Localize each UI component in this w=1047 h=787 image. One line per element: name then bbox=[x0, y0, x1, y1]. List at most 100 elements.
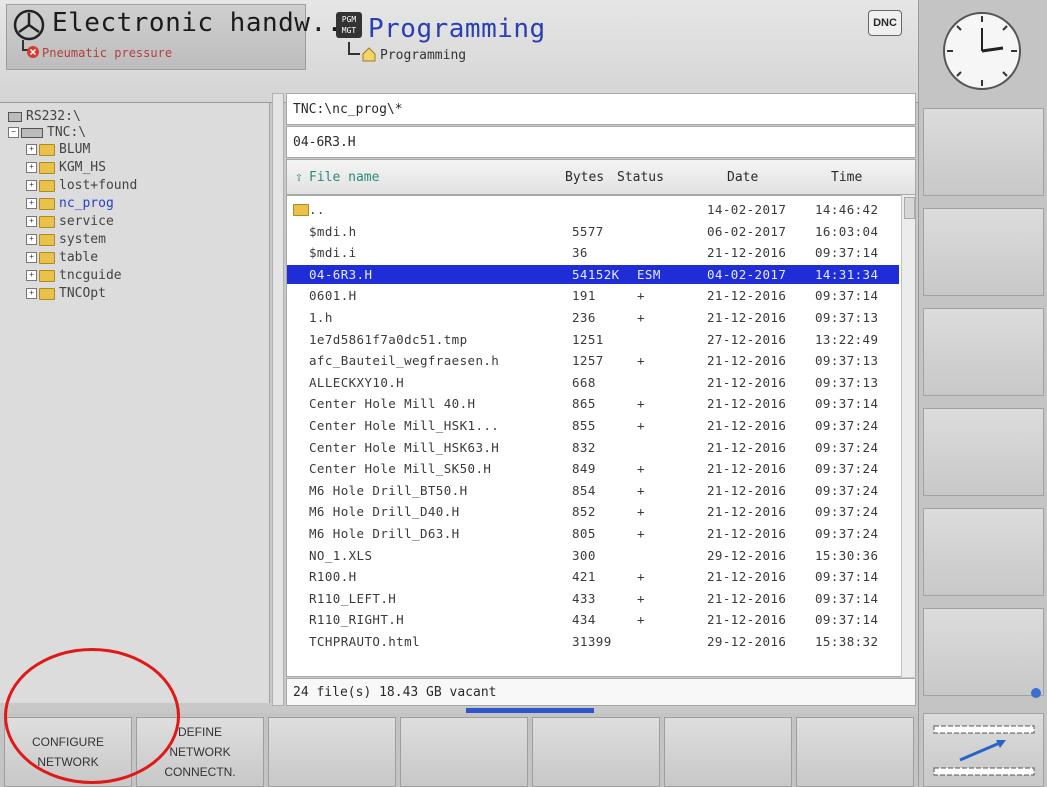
tree-folder-tncguide[interactable]: + tncguide bbox=[26, 268, 122, 283]
file-time-cell: 09:37:24 bbox=[815, 418, 879, 433]
file-row[interactable]: R110_RIGHT.H 434 +21-12-2016 09:37:14 bbox=[287, 610, 899, 629]
serial-drive-icon bbox=[8, 111, 22, 122]
file-row[interactable]: M6 Hole Drill_D63.H 805 +21-12-2016 09:37:2… bbox=[287, 524, 899, 543]
path-field[interactable]: TNC:\nc_prog\* bbox=[286, 93, 916, 125]
softkey-3[interactable] bbox=[268, 717, 396, 787]
tree-folder-table[interactable]: + table bbox=[26, 250, 98, 265]
file-row[interactable]: afc_Bauteil_wegfraesen.h 1257 +21-12-2016 0… bbox=[287, 351, 899, 370]
tree-folder-kgm-hs[interactable]: + KGM_HS bbox=[26, 160, 106, 175]
softkey-bar-switch-button[interactable] bbox=[923, 713, 1044, 787]
file-time-cell: 09:37:24 bbox=[815, 439, 879, 455]
status-line: 24 file(s) 18.43 GB vacant bbox=[286, 678, 916, 706]
scrollbar-thumb[interactable] bbox=[904, 197, 915, 219]
file-time-cell: 09:37:14 bbox=[815, 288, 879, 304]
file-date-cell: 21-12-2016 bbox=[707, 504, 787, 520]
tree-folder-blum[interactable]: + BLUM bbox=[26, 142, 90, 157]
tree-folder-lost-found[interactable]: + lost+found bbox=[26, 178, 137, 193]
file-status-cell: + bbox=[637, 590, 645, 606]
collapse-icon[interactable]: − bbox=[8, 127, 19, 138]
right-softkey-1[interactable] bbox=[923, 108, 1044, 196]
dnc-indicator: DNC bbox=[868, 10, 902, 36]
folder-icon bbox=[39, 269, 55, 282]
file-time-cell: 09:37:14 bbox=[815, 245, 879, 261]
file-row[interactable]: 04-6R3.H 54152K ESM 04-02-2017 14:31:34 bbox=[287, 264, 899, 284]
file-date-cell: 21-12-2016 bbox=[707, 482, 787, 498]
file-row[interactable]: .. 14-02-2017 14:46:42 bbox=[287, 200, 899, 219]
expand-icon[interactable]: + bbox=[26, 270, 37, 281]
sort-arrow-icon[interactable]: ⇧ bbox=[295, 170, 303, 185]
softkey-5[interactable] bbox=[532, 717, 660, 787]
panel-splitter[interactable] bbox=[272, 93, 284, 706]
drive-icon bbox=[21, 127, 43, 138]
column-header-date[interactable]: Date bbox=[727, 170, 758, 185]
file-row[interactable]: M6 Hole Drill_BT50.H 854 +21-12-2016 09:37:… bbox=[287, 481, 899, 500]
right-softkey-4[interactable] bbox=[923, 408, 1044, 496]
file-row[interactable]: R110_LEFT.H 433 +21-12-2016 09:37:14 bbox=[287, 589, 899, 608]
softkey-7[interactable] bbox=[796, 717, 914, 787]
expand-icon[interactable]: + bbox=[26, 162, 37, 173]
file-date-cell: 21-12-2016 bbox=[707, 526, 787, 541]
file-time-cell: 09:37:14 bbox=[815, 569, 879, 585]
file-time-cell: 15:30:36 bbox=[815, 547, 879, 563]
expand-icon[interactable]: + bbox=[26, 288, 37, 299]
file-name-cell: 1.h bbox=[309, 310, 333, 325]
tree-root-tnc[interactable]: − TNC:\ bbox=[8, 125, 86, 140]
tree-folder-service[interactable]: + service bbox=[26, 214, 114, 229]
file-list-header: ⇧ File name Bytes Status Date Time bbox=[286, 159, 916, 195]
softkey-6[interactable] bbox=[664, 717, 792, 787]
file-row[interactable]: TCHPRAUTO.html 31399 29-12-2016 15:38:32 bbox=[287, 632, 899, 651]
file-name-cell: 04-6R3.H bbox=[309, 266, 373, 282]
file-date-cell: 21-12-2016 bbox=[707, 461, 787, 477]
file-row[interactable]: R100.H 421 +21-12-2016 09:37:14 bbox=[287, 567, 899, 586]
file-time-cell: 15:38:32 bbox=[815, 634, 879, 649]
file-name-cell: M6 Hole Drill_D40.H bbox=[309, 504, 460, 520]
right-softkey-5[interactable] bbox=[923, 508, 1044, 596]
file-row[interactable]: 1.h 236 +21-12-2016 09:37:13 bbox=[287, 308, 899, 327]
file-date-cell: 29-12-2016 bbox=[707, 547, 787, 563]
file-row[interactable]: NO_1.XLS 300 29-12-2016 15:30:36 bbox=[287, 546, 899, 565]
tree-folder-tncopt[interactable]: + TNCOpt bbox=[26, 286, 106, 301]
expand-icon[interactable]: + bbox=[26, 252, 37, 263]
tree-root-rs232[interactable]: RS232:\ bbox=[8, 109, 81, 124]
expand-icon[interactable]: + bbox=[26, 198, 37, 209]
expand-icon[interactable]: + bbox=[26, 180, 37, 191]
file-list-scrollbar[interactable] bbox=[901, 195, 915, 677]
column-header-bytes[interactable]: Bytes bbox=[565, 170, 604, 185]
selected-file-field[interactable]: 04-6R3.H bbox=[286, 126, 916, 158]
file-time-cell: 09:37:24 bbox=[815, 526, 879, 541]
file-status-cell: + bbox=[637, 288, 645, 304]
expand-icon[interactable]: + bbox=[26, 216, 37, 227]
file-row[interactable]: ALLECKXY10.H 668 21-12-2016 09:37:13 bbox=[287, 373, 899, 392]
file-time-cell: 09:37:14 bbox=[815, 396, 879, 412]
file-bytes-cell: 54152K bbox=[572, 266, 620, 282]
file-row[interactable]: Center Hole Mill_HSK63.H 832 21-12-2016 09:… bbox=[287, 438, 899, 457]
file-row[interactable]: $mdi.i 36 21-12-2016 09:37:14 bbox=[287, 243, 899, 262]
file-row[interactable]: Center Hole Mill 40.H 865 +21-12-2016 09:37… bbox=[287, 394, 899, 413]
file-status-cell: + bbox=[637, 461, 645, 477]
tree-folder-system[interactable]: + system bbox=[26, 232, 106, 247]
file-row[interactable]: 1e7d5861f7a0dc51.tmp 1251 27-12-2016 13:22:… bbox=[287, 330, 899, 349]
softkey-4[interactable] bbox=[400, 717, 528, 787]
right-softkey-2[interactable] bbox=[923, 208, 1044, 296]
file-row[interactable]: M6 Hole Drill_D40.H 852 +21-12-2016 09:37:2… bbox=[287, 502, 899, 521]
right-softkey-3[interactable] bbox=[923, 308, 1044, 396]
file-row[interactable]: Center Hole Mill_SK50.H 849 +21-12-2016 09:… bbox=[287, 459, 899, 478]
home-connector-icon bbox=[348, 42, 376, 62]
column-header-status[interactable]: Status bbox=[617, 170, 664, 185]
file-bytes-cell: 805 bbox=[572, 526, 596, 541]
file-bytes-cell: 849 bbox=[572, 461, 596, 477]
expand-icon[interactable]: + bbox=[26, 144, 37, 155]
right-softkey-6[interactable] bbox=[923, 608, 1044, 696]
column-header-name[interactable]: File name bbox=[309, 170, 379, 185]
file-row[interactable]: 0601.H 191 +21-12-2016 09:37:14 bbox=[287, 286, 899, 305]
file-row[interactable]: $mdi.h 5577 06-02-2017 16:03:04 bbox=[287, 222, 899, 241]
expand-icon[interactable]: + bbox=[26, 234, 37, 245]
file-row[interactable]: Center Hole Mill_HSK1... 855 +21-12-2016 09… bbox=[287, 416, 899, 435]
file-name-cell: Center Hole Mill_HSK63.H bbox=[309, 439, 500, 455]
file-name-cell: .. bbox=[309, 202, 325, 217]
file-status-cell: + bbox=[637, 526, 645, 541]
file-date-cell: 21-12-2016 bbox=[707, 569, 787, 585]
tree-folder-nc-prog[interactable]: + nc_prog bbox=[26, 196, 114, 211]
error-connector-icon bbox=[22, 40, 39, 58]
column-header-time[interactable]: Time bbox=[831, 170, 862, 185]
